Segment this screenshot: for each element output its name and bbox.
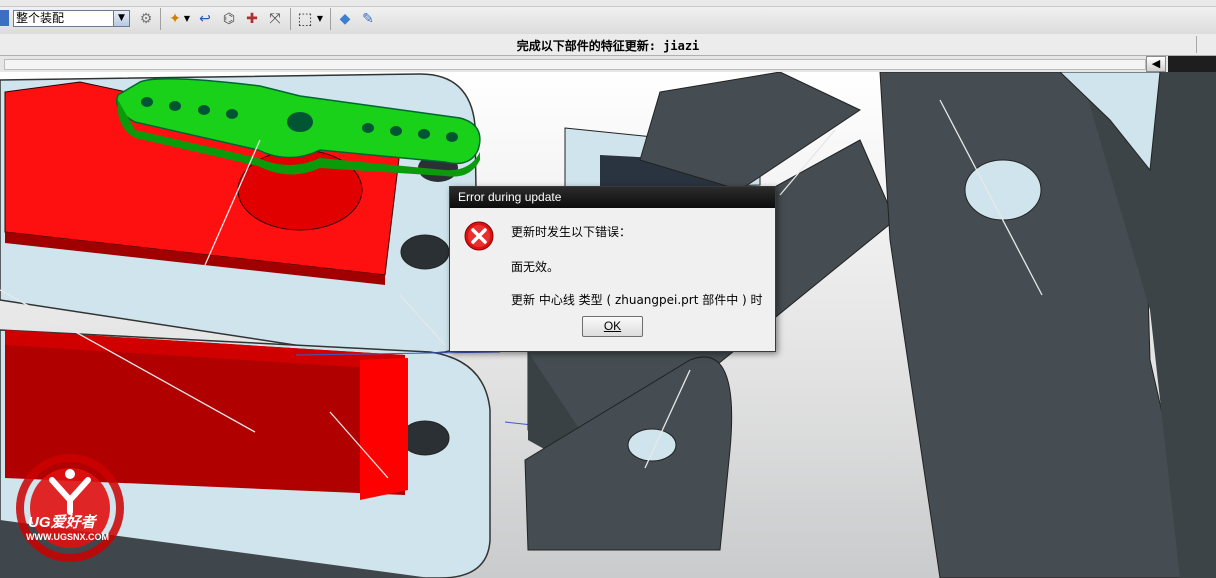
toolbar-separator xyxy=(290,8,291,30)
main-toolbar: 整个装配 ▼ ⚙ ✦ ▼ ↩ ⌬ ✚ ⤧ ⬚ ▼ ◆ ✎ xyxy=(0,0,1216,35)
watermark-url: WWW.UGSNX.COM xyxy=(26,532,109,542)
scroll-left-button[interactable]: ◀ xyxy=(1146,56,1166,72)
toolbar-separator xyxy=(160,8,161,30)
measure-icon[interactable]: ⌬ xyxy=(220,10,238,28)
dialog-title: Error during update xyxy=(458,190,562,204)
snap-dropdown-icon[interactable]: ▼ xyxy=(183,10,191,28)
error-message-line1: 更新时发生以下错误： xyxy=(511,225,632,239)
status-bar: 完成以下部件的特征更新: jiazi xyxy=(0,34,1216,56)
ok-button-label: OK xyxy=(603,319,622,333)
scrollbar-end-panel xyxy=(1168,56,1216,72)
select-dropdown-icon[interactable]: ▼ xyxy=(316,10,324,28)
menu-strip xyxy=(0,0,1216,7)
move-icon[interactable]: ⤧ xyxy=(266,10,284,28)
snap-icon[interactable]: ✦ xyxy=(166,10,184,28)
scrollbar-track[interactable] xyxy=(4,59,1146,70)
select-box-icon[interactable]: ⬚ xyxy=(296,10,314,28)
error-dialog: Error during update 更新时发生以下错误： 面无效。 更新 中… xyxy=(449,186,776,352)
toolbar-handle-icon[interactable] xyxy=(0,10,9,26)
error-icon xyxy=(464,221,494,251)
ok-button[interactable]: OK xyxy=(582,316,643,337)
ug-enthusiast-watermark-logo xyxy=(16,454,124,562)
render-icon[interactable]: ✎ xyxy=(359,10,377,28)
selection-filter-value: 整个装配 xyxy=(16,11,65,25)
status-message: 完成以下部件的特征更新: jiazi xyxy=(516,39,700,53)
link-hole xyxy=(627,428,677,462)
undo-icon[interactable]: ↩ xyxy=(196,10,214,28)
horizontal-scrollbar[interactable]: ◀ xyxy=(0,56,1216,72)
toolbar-separator xyxy=(330,8,331,30)
dialog-titlebar[interactable]: Error during update xyxy=(450,187,775,208)
servo-body-side xyxy=(360,358,408,500)
selection-filter-dropdown[interactable]: 整个装配 ▼ xyxy=(13,10,130,27)
view-cube-icon[interactable]: ◆ xyxy=(336,10,354,28)
assembly-icon[interactable]: ⚙ xyxy=(137,10,155,28)
chevron-down-icon[interactable]: ▼ xyxy=(113,11,129,26)
error-message-line2: 面无效。 xyxy=(511,260,560,274)
transform-icon[interactable]: ✚ xyxy=(243,10,261,28)
plate-hole xyxy=(400,420,450,456)
watermark-brand: UG爱好者 xyxy=(28,514,96,531)
error-message-line3: 更新 中心线 类型 ( zhuangpei.prt 部件中 ) 时 xyxy=(511,293,763,307)
status-divider xyxy=(1196,36,1197,53)
plate-hole xyxy=(400,234,450,270)
